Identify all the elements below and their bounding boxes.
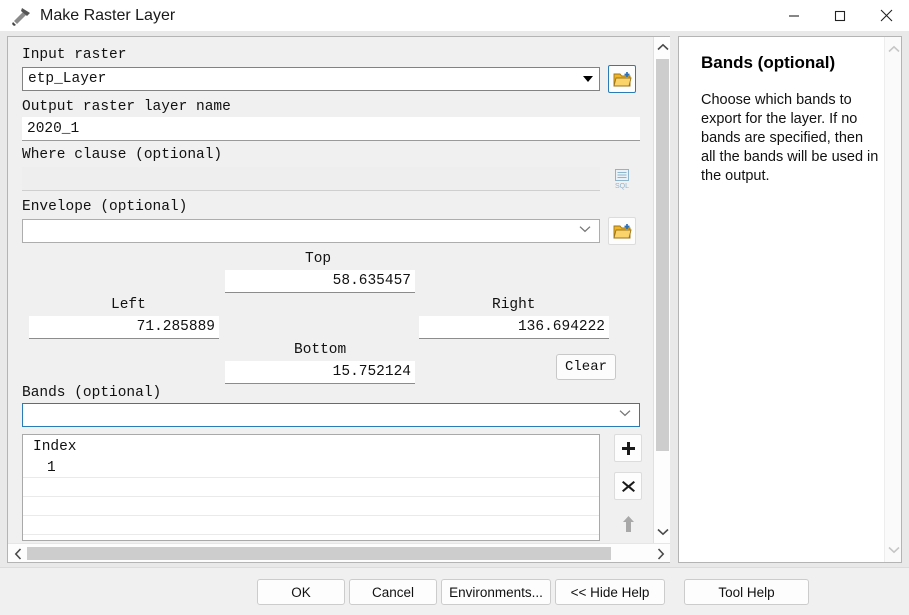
output-name-value: 2020_1 [27,120,80,137]
scroll-down-icon[interactable] [885,540,901,560]
maximize-icon[interactable] [817,0,863,31]
extent-top-label: Top [305,251,332,267]
where-clause-row: Where clause (optional) SQL [22,147,653,193]
extent-left-value: 71.285889 [136,319,215,335]
form-horizontal-scrollbar[interactable] [8,543,670,562]
dialog-content: Input raster etp_Layer Output raster lay… [0,31,909,567]
move-band-up-button[interactable] [614,510,642,538]
hide-help-button[interactable]: << Hide Help [555,579,665,605]
scroll-left-icon[interactable] [8,544,27,562]
extent-right-label: Right [492,297,536,313]
where-clause-input[interactable] [22,167,600,191]
form-vertical-scrollbar[interactable] [653,37,670,562]
bands-table[interactable]: Index 1 [22,434,600,541]
output-name-row: Output raster layer name 2020_1 [22,99,653,141]
help-pane: Bands (optional) Choose which bands to e… [678,36,902,563]
table-row[interactable] [23,478,599,497]
bands-row: Bands (optional) [22,385,653,427]
input-raster-browse-button[interactable] [608,65,636,93]
input-raster-combo[interactable]: etp_Layer [22,67,600,91]
add-band-button[interactable] [614,434,642,462]
minimize-icon[interactable] [771,0,817,31]
envelope-combo[interactable] [22,219,600,243]
dialog-footer: OK Cancel Environments... << Hide Help T… [0,567,909,615]
input-raster-label: Input raster [22,47,127,63]
form-hscroll-thumb[interactable] [27,547,611,560]
input-raster-row: Input raster etp_Layer [22,47,653,93]
where-clause-label: Where clause (optional) [22,147,223,163]
bands-table-area: Index 1 [22,434,653,541]
window-title: Make Raster Layer [40,6,176,24]
envelope-browse-button[interactable] [608,217,636,245]
extent-bottom-value: 15.752124 [332,364,411,380]
extent-top-input[interactable]: 58.635457 [225,270,415,293]
envelope-label: Envelope (optional) [22,199,188,215]
table-row[interactable] [23,516,599,535]
make-raster-layer-dialog: Make Raster Layer Input raster etp_Layer… [0,0,909,615]
extent-right-value: 136.694222 [517,319,605,335]
window-controls [771,0,909,31]
chevron-down-icon[interactable] [579,220,591,238]
table-row[interactable]: 1 [23,459,599,478]
extent-bottom-input[interactable]: 15.752124 [225,361,415,384]
chevron-down-icon[interactable] [578,69,598,89]
extent-bottom-label: Bottom [294,342,347,358]
scroll-up-icon[interactable] [654,37,670,57]
bands-label: Bands (optional) [22,385,162,401]
clear-extent-button[interactable]: Clear [556,354,616,380]
environments-button[interactable]: Environments... [441,579,551,605]
svg-text:SQL: SQL [615,183,629,190]
input-raster-value: etp_Layer [28,71,107,87]
table-row[interactable] [23,497,599,516]
extent-left-label: Left [111,297,146,313]
extent-right-input[interactable]: 136.694222 [419,316,609,339]
title-bar: Make Raster Layer [0,0,909,31]
bands-side-buttons [614,434,642,541]
scroll-down-icon[interactable] [654,522,670,542]
tool-help-button[interactable]: Tool Help [684,579,809,605]
help-vertical-scrollbar[interactable] [884,37,901,562]
hammer-tool-icon [10,5,36,27]
form-scroll-thumb[interactable] [656,59,669,451]
cancel-button[interactable]: Cancel [349,579,437,605]
help-title: Bands (optional) [701,53,836,72]
envelope-extent: Top 58.635457 Left 71.285889 Right 136.6… [22,251,652,384]
scroll-right-icon[interactable] [651,544,670,562]
where-clause-sql-button[interactable]: SQL [608,165,636,193]
output-name-input[interactable]: 2020_1 [22,117,640,141]
scroll-up-icon[interactable] [885,39,901,59]
remove-band-button[interactable] [614,472,642,500]
envelope-row: Envelope (optional) [22,199,653,245]
ok-button[interactable]: OK [257,579,345,605]
bands-column-header: Index [33,439,77,455]
extent-left-input[interactable]: 71.285889 [29,316,219,339]
help-body: Choose which bands to export for the lay… [701,92,879,184]
close-icon[interactable] [863,0,909,31]
table-row[interactable] [23,535,599,540]
chevron-down-icon[interactable] [619,404,631,422]
parameters-pane: Input raster etp_Layer Output raster lay… [7,36,670,563]
bands-combo[interactable] [22,403,640,427]
output-name-label: Output raster layer name [22,99,231,115]
extent-top-value: 58.635457 [332,273,411,289]
